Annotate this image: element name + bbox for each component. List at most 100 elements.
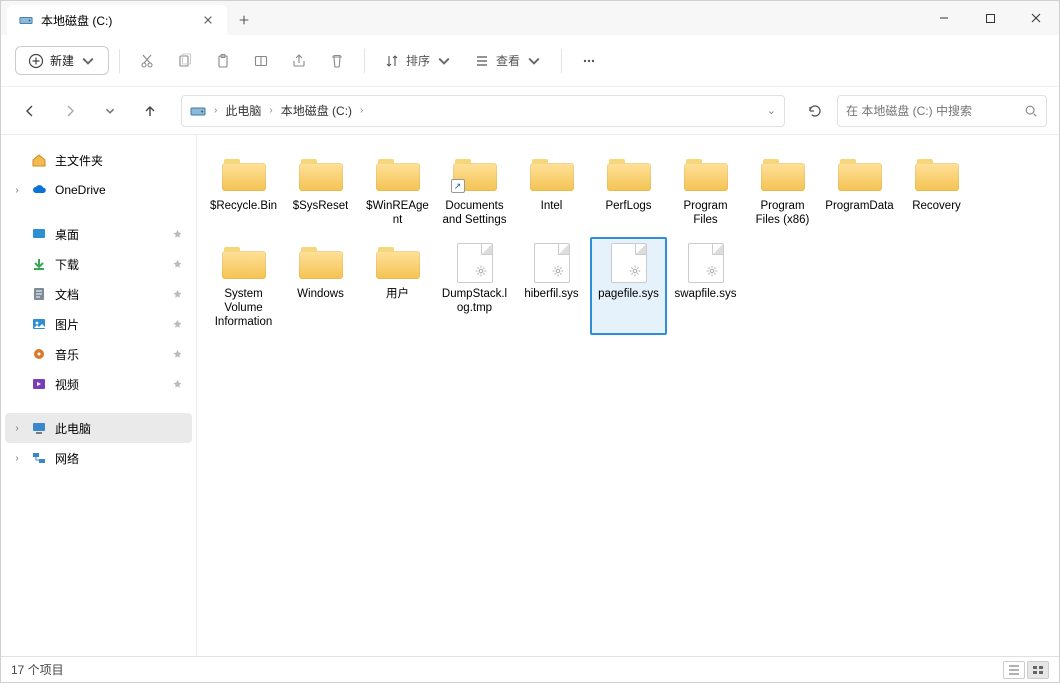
chevron-down-icon — [436, 53, 452, 69]
chevron-right-icon[interactable]: › — [360, 105, 363, 116]
chevron-right-icon[interactable]: › — [269, 105, 272, 116]
paste-button[interactable] — [206, 47, 240, 75]
rename-button[interactable] — [244, 47, 278, 75]
file-item[interactable]: swapfile.sys — [667, 237, 744, 335]
sort-button[interactable]: 排序 — [375, 46, 461, 75]
shortcut-overlay-icon: ↗ — [451, 179, 465, 193]
folder-item[interactable]: ↗ Documents and Settings — [436, 149, 513, 233]
close-window-button[interactable] — [1013, 1, 1059, 35]
folder-icon — [31, 346, 47, 362]
view-button[interactable]: 查看 — [465, 46, 551, 75]
item-label: $Recycle.Bin — [210, 199, 277, 213]
item-label: Documents and Settings — [440, 199, 509, 227]
item-label: Intel — [541, 199, 563, 213]
sidebar-item-home[interactable]: 主文件夹 — [5, 145, 192, 175]
folder-item[interactable]: Intel — [513, 149, 590, 233]
item-label: Program Files — [671, 199, 740, 227]
close-tab-icon[interactable] — [201, 13, 215, 27]
recent-dropdown[interactable] — [93, 95, 127, 127]
folder-item[interactable]: ProgramData — [821, 149, 898, 233]
folder-item[interactable]: 用户 — [359, 237, 436, 335]
delete-button[interactable] — [320, 47, 354, 75]
sidebar-item-label: 音乐 — [55, 346, 79, 363]
search-input[interactable] — [846, 104, 1024, 118]
cut-button[interactable] — [130, 47, 164, 75]
pin-icon — [172, 379, 186, 390]
toolbar: 新建 排序 查看 — [1, 35, 1059, 87]
more-button[interactable] — [572, 47, 606, 75]
folder-item[interactable]: Recovery — [898, 149, 975, 233]
sidebar-item-label: 此电脑 — [55, 420, 91, 437]
item-label: hiberfil.sys — [524, 287, 578, 301]
folder-icon — [299, 155, 343, 191]
folder-item[interactable]: Program Files (x86) — [744, 149, 821, 233]
folder-item[interactable]: $Recycle.Bin — [205, 149, 282, 233]
folder-item[interactable]: Program Files — [667, 149, 744, 233]
sidebar-quick-item[interactable]: 图片 — [5, 309, 192, 339]
address-bar[interactable]: › 此电脑 › 本地磁盘 (C:) › ⌄ — [181, 95, 785, 127]
search-box[interactable] — [837, 95, 1047, 127]
file-item[interactable]: hiberfil.sys — [513, 237, 590, 335]
folder-icon: ↗ — [453, 155, 497, 191]
item-label: pagefile.sys — [598, 287, 659, 301]
folder-icon — [299, 243, 343, 279]
sidebar-quick-item[interactable]: 桌面 — [5, 219, 192, 249]
folder-item[interactable]: PerfLogs — [590, 149, 667, 233]
sidebar-quick-item[interactable]: 下载 — [5, 249, 192, 279]
gear-icon — [474, 264, 488, 278]
window-tab[interactable]: 本地磁盘 (C:) — [7, 5, 227, 35]
sidebar: 主文件夹 › OneDrive 桌面下载文档图片音乐视频 › 此电脑 › 网络 — [1, 135, 197, 656]
pc-icon — [31, 420, 47, 436]
item-label: Windows — [297, 287, 344, 301]
up-button[interactable] — [133, 95, 167, 127]
folder-item[interactable]: System Volume Information — [205, 237, 282, 335]
file-icon — [688, 243, 724, 283]
new-button-label: 新建 — [50, 52, 74, 69]
item-label: 用户 — [386, 287, 409, 301]
icons-view-button[interactable] — [1027, 661, 1049, 679]
network-icon — [31, 450, 47, 466]
sidebar-quick-item[interactable]: 音乐 — [5, 339, 192, 369]
tab-title: 本地磁盘 (C:) — [41, 12, 193, 29]
sidebar-item-thispc[interactable]: › 此电脑 — [5, 413, 192, 443]
expand-caret[interactable]: › — [11, 423, 23, 434]
new-tab-button[interactable] — [227, 5, 261, 35]
sidebar-item-onedrive[interactable]: › OneDrive — [5, 175, 192, 205]
new-button[interactable]: 新建 — [15, 46, 109, 75]
sidebar-item-label: 文档 — [55, 286, 79, 303]
expand-caret[interactable]: › — [11, 453, 23, 464]
pin-icon — [172, 319, 186, 330]
pin-icon — [172, 259, 186, 270]
details-view-button[interactable] — [1003, 661, 1025, 679]
window-controls — [921, 1, 1059, 35]
item-label: $SysReset — [293, 199, 349, 213]
breadcrumb-current[interactable]: 本地磁盘 (C:) — [281, 102, 352, 119]
chevron-down-icon — [80, 53, 96, 69]
sidebar-quick-item[interactable]: 视频 — [5, 369, 192, 399]
folder-icon — [31, 316, 47, 332]
breadcrumb-thispc[interactable]: 此电脑 — [225, 102, 261, 119]
folder-icon — [607, 155, 651, 191]
sidebar-quick-item[interactable]: 文档 — [5, 279, 192, 309]
sidebar-item-network[interactable]: › 网络 — [5, 443, 192, 473]
share-button[interactable] — [282, 47, 316, 75]
copy-button[interactable] — [168, 47, 202, 75]
minimize-button[interactable] — [921, 1, 967, 35]
folder-item[interactable]: $SysReset — [282, 149, 359, 233]
file-item[interactable]: pagefile.sys — [590, 237, 667, 335]
folder-item[interactable]: $WinREAgent — [359, 149, 436, 233]
content-area[interactable]: $Recycle.Bin $SysReset $WinREAgent ↗ Documen… — [197, 135, 1059, 656]
back-button[interactable] — [13, 95, 47, 127]
file-item[interactable]: DumpStack.log.tmp — [436, 237, 513, 335]
item-label: DumpStack.log.tmp — [440, 287, 509, 315]
refresh-button[interactable] — [799, 95, 831, 127]
cloud-icon — [31, 182, 47, 198]
chevron-right-icon[interactable]: › — [214, 105, 217, 116]
maximize-button[interactable] — [967, 1, 1013, 35]
forward-button[interactable] — [53, 95, 87, 127]
search-icon[interactable] — [1024, 104, 1038, 118]
item-label: PerfLogs — [605, 199, 651, 213]
expand-caret[interactable]: › — [11, 185, 23, 196]
folder-item[interactable]: Windows — [282, 237, 359, 335]
chevron-down-icon[interactable]: ⌄ — [767, 104, 776, 117]
